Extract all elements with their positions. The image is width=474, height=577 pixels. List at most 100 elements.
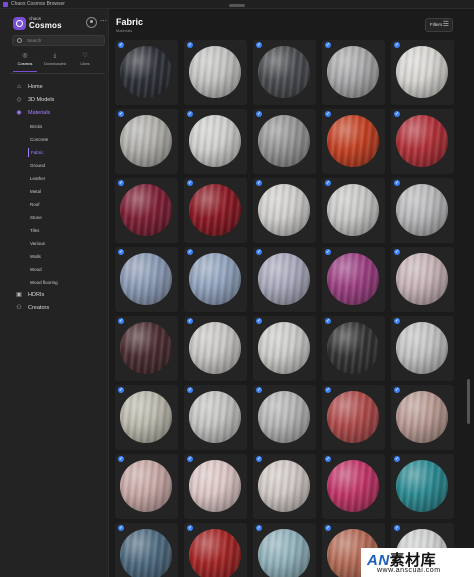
sidebar-subitem-wood[interactable]: Wood [28,265,100,274]
material-preview-sphere [189,253,241,305]
sidebar-item-label: Creators [28,305,50,311]
material-card[interactable]: ✓ [253,178,316,243]
sidebar-item-materials[interactable]: ◉ Materials [12,108,102,118]
material-card[interactable]: ✓ [184,178,247,243]
title-bar: Chaos Cosmos Browser [0,0,474,9]
sidebar-subitem-stone[interactable]: Stone [28,213,100,222]
material-card[interactable]: ✓ [253,109,316,174]
material-card[interactable]: ✓ [322,40,385,105]
material-card[interactable]: ✓ [115,385,178,450]
material-preview-sphere [396,391,448,443]
material-card[interactable]: ✓ [253,523,316,577]
tab-cosmos[interactable]: ◎ Cosmos [10,52,40,72]
material-card[interactable]: ✓ [115,247,178,312]
downloaded-check-icon: ✓ [118,180,124,186]
sliders-icon: ☰ [442,21,449,28]
main-content: Fabric Materials Filters ☰ ✓ ✓ ✓ ✓ ✓ ✓ ✓ ✓ ✓ ✓ ✓ ✓ ✓… [110,9,474,577]
material-card[interactable]: ✓ [184,523,247,577]
material-card[interactable]: ✓ [115,109,178,174]
sidebar-subitem-metal[interactable]: Metal [28,187,100,196]
material-card[interactable]: ✓ [184,247,247,312]
sidebar-subitem-walls[interactable]: Walls [28,252,100,261]
material-card[interactable]: ✓ [184,40,247,105]
material-preview-sphere [396,115,448,167]
sidebar-item-creators[interactable]: ⚇ Creators [12,303,102,313]
sidebar-subitem-various[interactable]: Various [28,239,100,248]
material-card[interactable]: ✓ [184,385,247,450]
tab-likes[interactable]: ♡ Likes [70,52,100,72]
material-card[interactable]: ✓ [115,40,178,105]
sidebar-subitem-fabric[interactable]: Fabric [28,148,100,157]
user-icon[interactable] [86,17,97,28]
sidebar-subitem-roof[interactable]: Roof [28,200,100,209]
material-preview-sphere [120,115,172,167]
material-preview-sphere [327,460,379,512]
search-input[interactable]: Search [12,35,105,46]
material-card[interactable]: ✓ [391,454,454,519]
material-card[interactable]: ✓ [391,178,454,243]
downloaded-check-icon: ✓ [118,42,124,48]
material-card[interactable]: ✓ [115,316,178,381]
material-card[interactable]: ✓ [391,316,454,381]
sidebar-subitem-wood-flooring[interactable]: Wood flooring [28,278,100,287]
material-card[interactable]: ✓ [391,109,454,174]
material-card[interactable]: ✓ [391,40,454,105]
filters-button[interactable]: Filters ☰ [425,18,453,32]
material-card[interactable]: ✓ [253,316,316,381]
downloaded-check-icon: ✓ [325,387,331,393]
material-card[interactable]: ✓ [322,178,385,243]
sidebar-item-hdris[interactable]: ▣ HDRIs [12,290,102,300]
scrollbar[interactable] [467,379,470,424]
downloaded-check-icon: ✓ [256,318,262,324]
material-preview-sphere [189,529,241,577]
material-card[interactable]: ✓ [253,247,316,312]
material-card[interactable]: ✓ [391,247,454,312]
material-card[interactable]: ✓ [115,454,178,519]
downloaded-check-icon: ✓ [118,525,124,531]
material-card[interactable]: ✓ [322,109,385,174]
material-card[interactable]: ✓ [253,40,316,105]
download-icon: ⤓ [53,53,57,59]
sidebar-subitem-tiles[interactable]: Tiles [28,226,100,235]
sidebar-subitem-concrete[interactable]: Concrete [28,135,100,144]
more-options-icon[interactable]: ⋯ [100,18,107,25]
breadcrumb[interactable]: Materials [116,28,132,33]
heart-icon: ♡ [82,53,88,59]
drag-handle[interactable] [229,4,245,7]
material-card[interactable]: ✓ [253,385,316,450]
downloaded-check-icon: ✓ [187,525,193,531]
material-card[interactable]: ✓ [322,385,385,450]
material-card[interactable]: ✓ [184,316,247,381]
material-card[interactable]: ✓ [115,523,178,577]
sidebar-subitem-ground[interactable]: Ground [28,161,100,170]
downloaded-check-icon: ✓ [118,318,124,324]
material-preview-sphere [189,46,241,98]
downloaded-check-icon: ✓ [394,525,400,531]
sidebar-subitem-leather[interactable]: Leather [28,174,100,183]
material-card[interactable]: ✓ [184,109,247,174]
material-card[interactable]: ✓ [322,316,385,381]
downloaded-check-icon: ✓ [256,525,262,531]
sidebar-item-home[interactable]: ⌂ Home [12,82,102,92]
page-title: Fabric [116,17,144,27]
material-preview-sphere [327,322,379,374]
downloaded-check-icon: ✓ [118,249,124,255]
brand-name: Cosmos [29,21,62,30]
tab-label: Likes [80,61,90,66]
sidebar-subitem-bricks[interactable]: Bricks [28,122,100,131]
material-preview-sphere [189,391,241,443]
downloaded-check-icon: ✓ [394,387,400,393]
material-card[interactable]: ✓ [322,454,385,519]
material-card[interactable]: ✓ [253,454,316,519]
sidebar-item-label: HDRIs [28,292,45,298]
downloaded-check-icon: ✓ [256,42,262,48]
material-card[interactable]: ✓ [391,385,454,450]
material-card[interactable]: ✓ [115,178,178,243]
downloaded-check-icon: ✓ [256,111,262,117]
cube-icon: ◇ [16,97,22,103]
material-card[interactable]: ✓ [184,454,247,519]
sidebar-item-3d-models[interactable]: ◇ 3D Models [12,95,102,105]
downloaded-check-icon: ✓ [325,42,331,48]
material-card[interactable]: ✓ [322,247,385,312]
tab-downloaded[interactable]: ⤓ Downloaded [40,52,70,72]
